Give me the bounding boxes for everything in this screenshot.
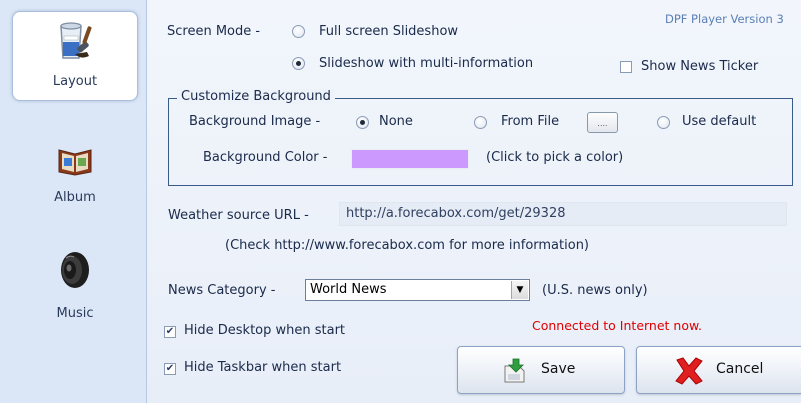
background-use-default-label[interactable]: Use default: [682, 114, 756, 129]
background-color-hint: (Click to pick a color): [486, 150, 624, 165]
background-color-swatch[interactable]: [351, 149, 469, 169]
weather-url-input[interactable]: http://a.forecabox.com/get/29328: [339, 202, 787, 226]
show-news-ticker-label[interactable]: Show News Ticker: [641, 59, 758, 74]
news-category-hint: (U.S. news only): [542, 283, 648, 298]
close-icon: [673, 356, 705, 390]
customize-background-group: [168, 98, 793, 186]
show-news-ticker-checkbox[interactable]: [620, 61, 632, 73]
settings-panel: DPF Player Version 3 Screen Mode - Full …: [146, 0, 801, 403]
dropdown-arrow-icon[interactable]: ▼: [511, 281, 528, 299]
background-use-default-radio[interactable]: [657, 116, 670, 129]
background-none-radio[interactable]: [356, 116, 369, 129]
save-icon: [502, 358, 528, 388]
full-screen-slideshow-radio[interactable]: [292, 25, 305, 38]
sidebar: Layout Album Music: [0, 0, 146, 403]
slideshow-multi-info-radio[interactable]: [292, 57, 305, 70]
save-button-label: Save: [541, 361, 576, 377]
background-from-file-radio[interactable]: [474, 116, 487, 129]
full-screen-slideshow-label[interactable]: Full screen Slideshow: [319, 24, 458, 39]
sidebar-item-label: Music: [56, 306, 94, 321]
browse-file-button[interactable]: ....: [587, 112, 618, 133]
background-image-label: Background Image -: [189, 114, 321, 129]
app-title: DPF Player Version 3: [665, 12, 784, 26]
cancel-button[interactable]: Cancel: [636, 346, 801, 394]
sidebar-item-music[interactable]: Music: [12, 240, 138, 330]
sidebar-item-layout[interactable]: Layout: [12, 11, 138, 101]
sidebar-item-album[interactable]: Album: [12, 126, 138, 216]
hide-desktop-label[interactable]: Hide Desktop when start: [184, 323, 345, 338]
news-category-label: News Category -: [168, 283, 276, 298]
connection-status: Connected to Internet now.: [532, 318, 703, 333]
speaker-icon: [58, 250, 92, 294]
news-category-value: World News: [310, 282, 387, 297]
weather-url-label: Weather source URL -: [168, 208, 309, 223]
sidebar-item-label: Layout: [52, 74, 98, 89]
photo-album-icon: [57, 146, 93, 180]
hide-taskbar-checkbox[interactable]: ✔: [164, 363, 176, 375]
background-none-label[interactable]: None: [379, 114, 413, 129]
save-button[interactable]: Save: [457, 346, 625, 394]
weather-url-hint: (Check http://www.forecabox.com for more…: [225, 238, 589, 253]
news-category-select[interactable]: World News ▼: [305, 279, 530, 301]
screen-mode-label: Screen Mode -: [167, 24, 261, 39]
background-from-file-label[interactable]: From File: [501, 114, 559, 129]
cancel-button-label: Cancel: [716, 361, 764, 377]
background-color-label: Background Color -: [203, 150, 328, 165]
hide-taskbar-label[interactable]: Hide Taskbar when start: [184, 360, 341, 375]
slideshow-multi-info-label[interactable]: Slideshow with multi-information: [319, 56, 533, 71]
hide-desktop-checkbox[interactable]: ✔: [164, 326, 176, 338]
sidebar-item-label: Album: [54, 190, 96, 205]
paint-bucket-icon: [55, 18, 95, 66]
customize-background-title: Customize Background: [177, 89, 335, 104]
